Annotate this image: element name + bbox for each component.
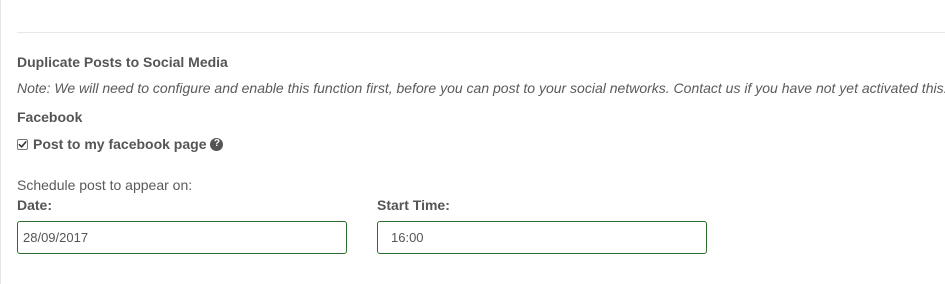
start-time-label: Start Time:: [377, 197, 450, 213]
post-to-facebook-label[interactable]: Post to my facebook page: [33, 136, 206, 152]
date-input[interactable]: [17, 221, 347, 254]
social-media-panel: Duplicate Posts to Social Media Note: We…: [0, 0, 945, 284]
facebook-title: Facebook: [17, 109, 83, 125]
start-time-input[interactable]: [377, 221, 707, 254]
schedule-label: Schedule post to appear on:: [17, 177, 193, 193]
checkmark-icon: [18, 140, 27, 148]
activation-note: Note: We will need to configure and enab…: [17, 80, 945, 96]
section-title: Duplicate Posts to Social Media: [17, 54, 228, 70]
post-to-facebook-checkbox[interactable]: [17, 138, 28, 150]
date-label: Date:: [17, 197, 53, 213]
facebook-post-option: Post to my facebook page ?: [17, 136, 224, 152]
divider: [17, 32, 945, 33]
question-circle-icon[interactable]: ?: [210, 137, 224, 151]
